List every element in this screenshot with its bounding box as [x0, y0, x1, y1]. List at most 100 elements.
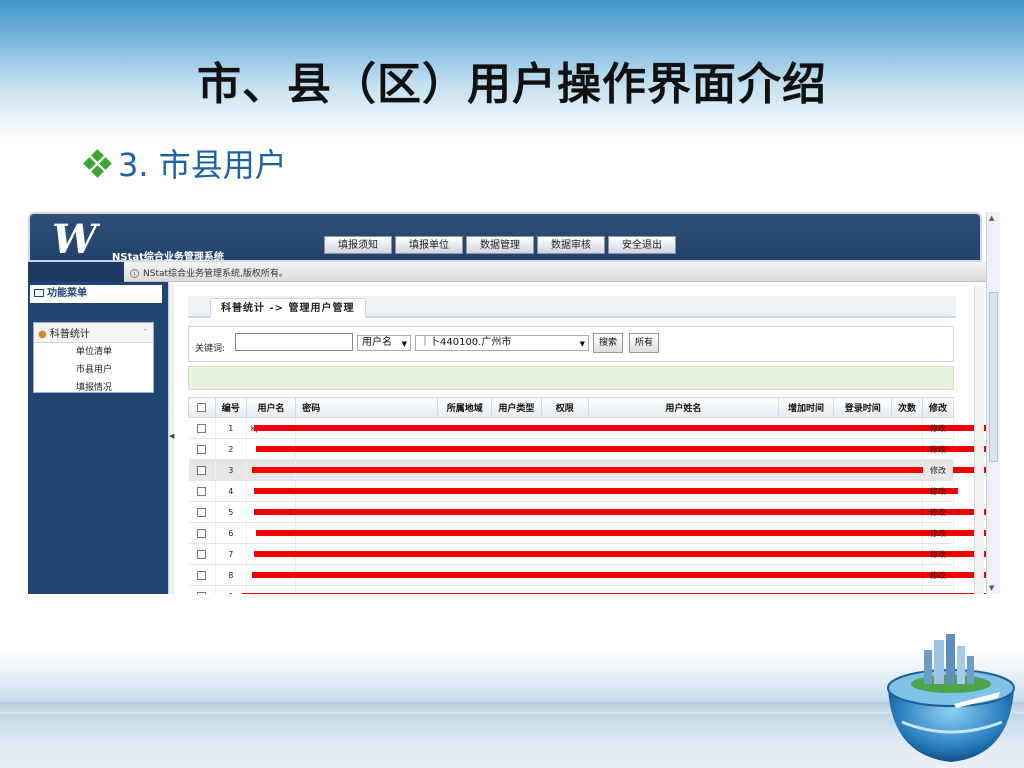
col-count: 次数: [891, 397, 924, 418]
edit-link[interactable]: 修改: [922, 564, 954, 586]
collapse-icon[interactable]: -: [144, 325, 147, 334]
redaction-mark: [252, 572, 1000, 578]
row-number: 3: [215, 459, 247, 481]
nav-fill-unit[interactable]: 填报单位: [395, 236, 463, 254]
menu-group-label: 科普统计: [49, 329, 90, 340]
edit-link[interactable]: 修改: [922, 501, 954, 523]
notice-bar: i NStat综合业务管理系统,版权所有。: [28, 262, 986, 282]
slide-title: 市、县（区）用户操作界面介绍: [197, 59, 827, 110]
system-name: NStat综合业务管理系统: [112, 252, 224, 263]
app-screenshot: W NStat综合业务管理系统 填报须知 填报单位 数据管理 数据审核 安全退出…: [28, 212, 1000, 594]
function-menu-label: 功能菜单: [47, 288, 87, 299]
main-panel: 科普统计 -> 管理用户管理 关键词: 用户名 ▼ ｜卜440100.广州市 ▼ 搜…: [178, 286, 1000, 594]
table-row: 2 修改: [188, 438, 1000, 460]
scroll-down-icon[interactable]: ▼: [989, 584, 994, 592]
scrollbar-thumb[interactable]: [989, 292, 998, 462]
keyword-label: 关键词:: [195, 344, 226, 354]
collapse-arrow-icon[interactable]: ◀: [169, 432, 174, 440]
region-select-value: ｜卜440100.广州市: [420, 337, 512, 348]
col-user-type: 用户类型: [491, 397, 542, 418]
edit-link[interactable]: 修改: [922, 459, 954, 481]
col-login-time: 登录时间: [833, 397, 893, 418]
search-panel: 关键词: 用户名 ▼ ｜卜440100.广州市 ▼ 搜索 所有: [188, 326, 954, 362]
row-number: 4: [215, 480, 247, 502]
col-added-time: 增加时间: [777, 397, 835, 418]
nav-fill-notice[interactable]: 填报须知: [324, 236, 392, 254]
field-select-value: 用户名: [362, 337, 392, 348]
table-row: 4 修改: [188, 480, 959, 502]
edit-link[interactable]: 修改: [922, 417, 954, 439]
footer-wave: [0, 702, 1024, 714]
region-select[interactable]: ｜卜440100.广州市 ▼: [415, 335, 589, 351]
redaction-mark: [256, 530, 1000, 536]
row-checkbox[interactable]: [197, 507, 207, 517]
row-checkbox[interactable]: [197, 444, 207, 454]
scroll-up-icon[interactable]: ▲: [989, 214, 994, 222]
monitor-icon: [34, 289, 44, 297]
row-number: 5: [215, 501, 247, 523]
row-checkbox[interactable]: [197, 591, 207, 594]
show-all-button[interactable]: 所有: [629, 333, 660, 353]
row-number: 8: [215, 564, 247, 586]
col-permission: 权限: [540, 397, 589, 418]
row-number: 6: [215, 522, 247, 544]
diamond-bullet-icon: [82, 148, 112, 178]
nav-data-audit[interactable]: 数据审核: [537, 236, 605, 254]
row-checkbox[interactable]: [197, 528, 207, 538]
row-checkbox[interactable]: [197, 423, 207, 433]
redaction-mark: [242, 593, 1000, 594]
dropdown-arrow-icon: ▼: [579, 340, 585, 348]
sidebar-item-fill-status[interactable]: 填报情况: [34, 379, 153, 397]
inner-scrollbar[interactable]: [974, 286, 984, 594]
table-row: 8 修改: [188, 564, 1000, 586]
edit-link[interactable]: [922, 585, 954, 594]
edit-link[interactable]: 修改: [922, 438, 954, 460]
row-checkbox[interactable]: [197, 486, 207, 496]
dropdown-arrow-icon: ▼: [401, 340, 407, 348]
row-checkbox[interactable]: [197, 570, 207, 580]
col-real-name: 用户姓名: [587, 397, 779, 418]
subtitle-row: 3. 市县用户: [82, 140, 287, 186]
table-header: 编号 用户名 密码 所属地域 用户类型 权限 用户姓名 增加时间 登录时间 次数…: [188, 397, 954, 418]
sidebar: 功能菜单 ● 科普统计 - 单位清单 市县用户 填报情况: [28, 282, 168, 594]
top-nav: 填报须知 填报单位 数据管理 数据审核 安全退出: [324, 236, 676, 254]
table-row: 3 修改: [188, 459, 1000, 481]
select-all-checkbox[interactable]: [197, 402, 207, 412]
row-number: 1: [215, 417, 247, 439]
col-no: 编号: [214, 397, 247, 418]
nav-data-manage[interactable]: 数据管理: [466, 236, 534, 254]
sidebar-item-unit-list[interactable]: 单位清单: [34, 343, 153, 361]
table-row: 9: [188, 585, 1000, 594]
row-checkbox[interactable]: [197, 549, 207, 559]
app-header: W NStat综合业务管理系统 填报须知 填报单位 数据管理 数据审核 安全退出: [28, 212, 982, 263]
menu-group-header[interactable]: ● 科普统计 -: [34, 323, 153, 343]
edit-link[interactable]: 修改: [922, 522, 954, 544]
col-password: 密码: [295, 397, 439, 418]
search-button[interactable]: 搜索: [593, 333, 624, 353]
col-region: 所属地域: [437, 397, 493, 418]
redaction-mark: [254, 551, 1000, 557]
edit-link[interactable]: 修改: [922, 543, 954, 565]
redaction-mark: [254, 488, 959, 494]
outer-scrollbar[interactable]: ▲ ▼: [986, 212, 1000, 594]
splitter-handle[interactable]: ◀: [168, 282, 174, 594]
row-number: 7: [215, 543, 247, 565]
nav-logout[interactable]: 安全退出: [608, 236, 676, 254]
sidebar-item-city-users[interactable]: 市县用户: [34, 361, 153, 379]
col-username: 用户名: [245, 397, 297, 418]
table-row: 7 修改: [188, 543, 1000, 565]
slide-subtitle: 3. 市县用户: [118, 146, 287, 184]
table-row: 1 kp 修改: [188, 417, 1000, 439]
breadcrumb: 科普统计 -> 管理用户管理: [210, 298, 366, 318]
function-menu-tab[interactable]: 功能菜单: [30, 285, 110, 303]
logo: W: [52, 216, 97, 263]
row-checkbox[interactable]: [197, 465, 207, 475]
field-select[interactable]: 用户名 ▼: [357, 335, 411, 351]
col-edit: 修改: [922, 397, 954, 418]
edit-link[interactable]: 修改: [922, 480, 954, 502]
redaction-mark: [254, 509, 1000, 515]
users-table: 编号 用户名 密码 所属地域 用户类型 权限 用户姓名 增加时间 登录时间 次数…: [188, 397, 1000, 594]
redaction-mark: [256, 446, 1000, 452]
keyword-input[interactable]: [235, 333, 353, 351]
globe-city-icon: [882, 626, 1020, 764]
